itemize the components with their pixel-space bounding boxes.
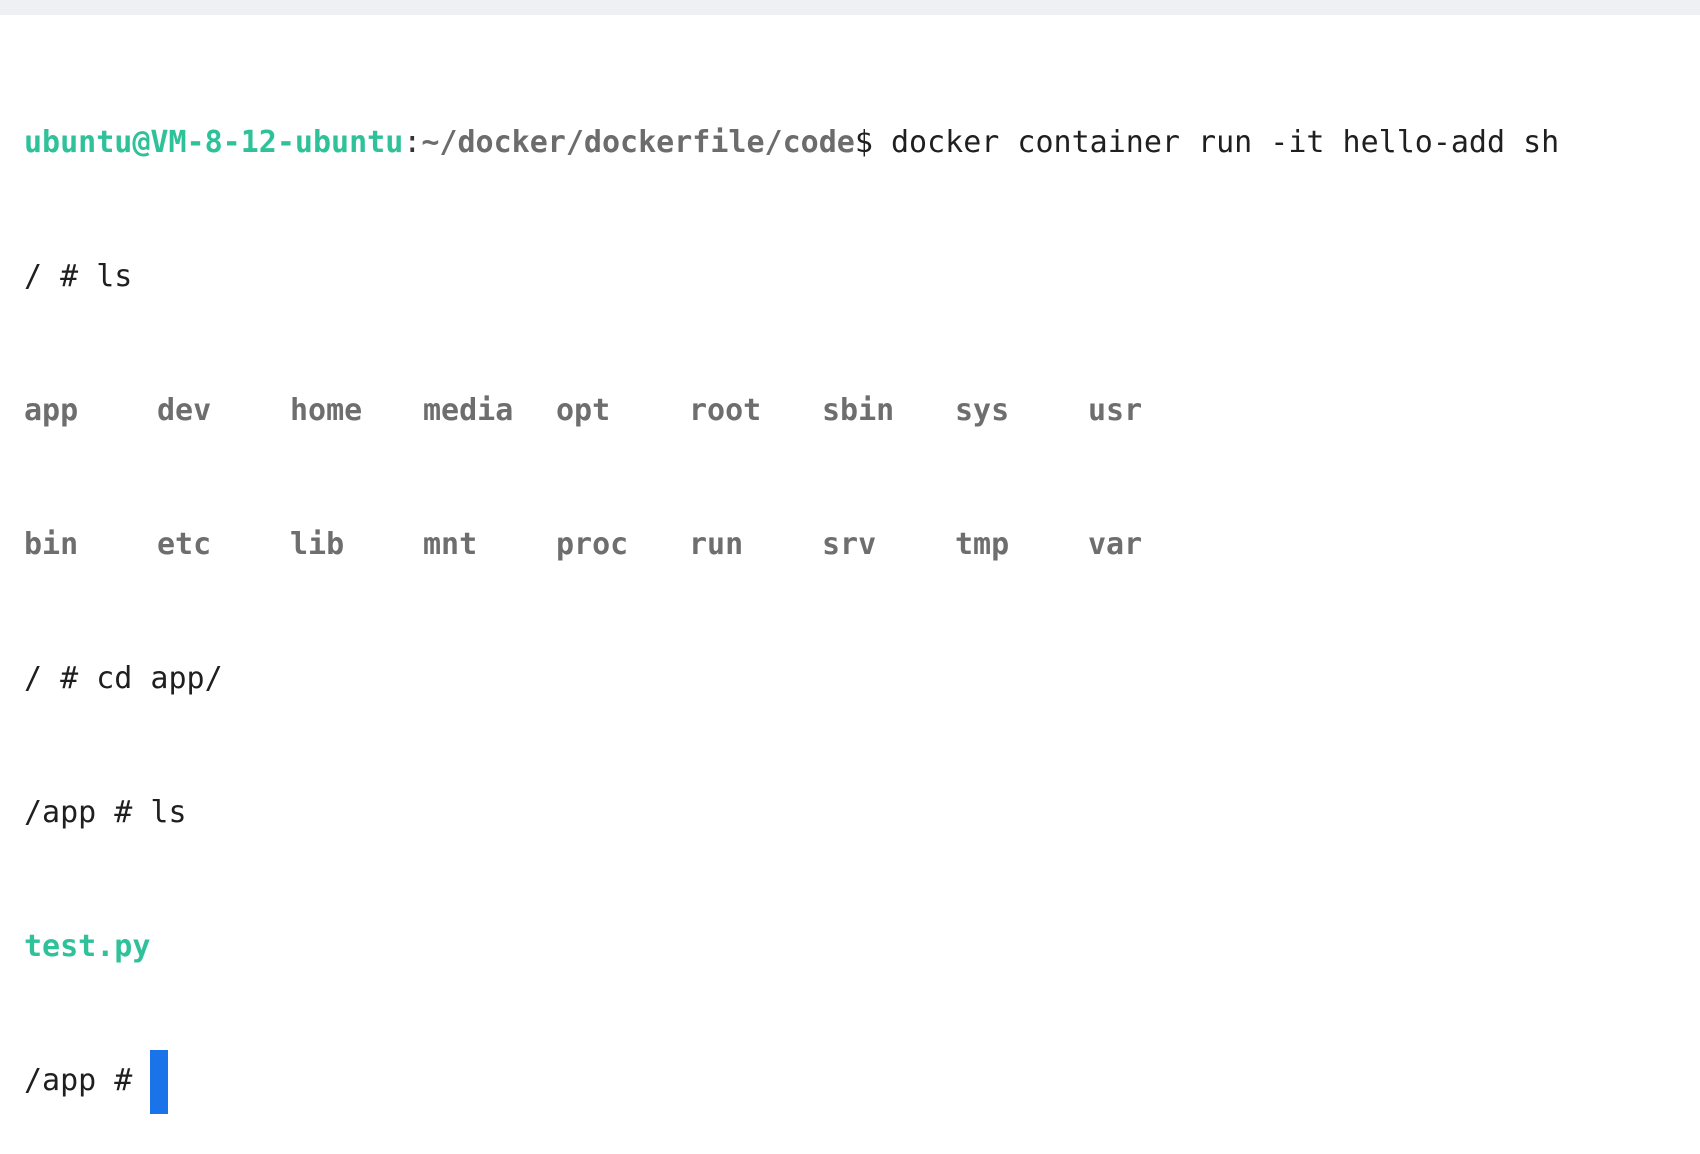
directory-entry: app — [24, 393, 79, 428]
prompt-path: ~/docker/dockerfile/code — [421, 125, 855, 160]
directory-entry: home — [290, 393, 363, 428]
directory-entry: sbin — [822, 393, 895, 428]
prompt-colon: : — [403, 125, 422, 160]
directory-entry: srv — [822, 527, 877, 562]
directory-entry: dev — [157, 393, 212, 428]
ls-output-row-2: bin etc lib mnt proc run srv tmp var — [24, 526, 1559, 590]
directory-entry: etc — [157, 527, 212, 562]
directory-entry: run — [689, 527, 744, 562]
file-entry: test.py — [24, 929, 151, 964]
command-text: / # ls — [24, 259, 133, 294]
command-text: / # cd app/ — [24, 661, 223, 696]
terminal-output[interactable]: ubuntu@VM-8-12-ubuntu: ~/docker/dockerfil… — [24, 54, 1559, 1154]
directory-entry: var — [1088, 527, 1143, 562]
directory-entry: tmp — [955, 527, 1010, 562]
prompt-user-host: ubuntu@VM-8-12-ubuntu — [24, 125, 404, 160]
directory-entry: proc — [556, 527, 629, 562]
directory-entry: bin — [24, 527, 79, 562]
terminal-cursor[interactable] — [150, 1050, 169, 1114]
command-text: /app # ls — [24, 795, 187, 830]
directory-entry: media — [423, 393, 514, 428]
shell-prompt: /app # — [24, 1063, 151, 1098]
directory-entry: opt — [556, 393, 611, 428]
terminal-line-1: ubuntu@VM-8-12-ubuntu: ~/docker/dockerfil… — [24, 124, 1559, 188]
terminal-line-2: / # ls — [24, 258, 1559, 322]
directory-entry: mnt — [423, 527, 478, 562]
directory-entry: root — [689, 393, 762, 428]
terminal-line-5: / # cd app/ — [24, 660, 1559, 724]
terminal-top-bar — [0, 0, 1700, 15]
directory-entry: lib — [290, 527, 345, 562]
terminal-line-6: /app # ls — [24, 794, 1559, 858]
command-text: docker container run -it hello-add sh — [872, 125, 1560, 160]
directory-entry: usr — [1088, 393, 1143, 428]
ls-output-row-1: app dev home media opt root sbin sys usr — [24, 392, 1559, 456]
prompt-dollar: $ — [854, 125, 873, 160]
terminal-line-8[interactable]: /app # — [24, 1050, 1559, 1126]
terminal-line-7: test.py — [24, 928, 1559, 992]
directory-entry: sys — [955, 393, 1010, 428]
